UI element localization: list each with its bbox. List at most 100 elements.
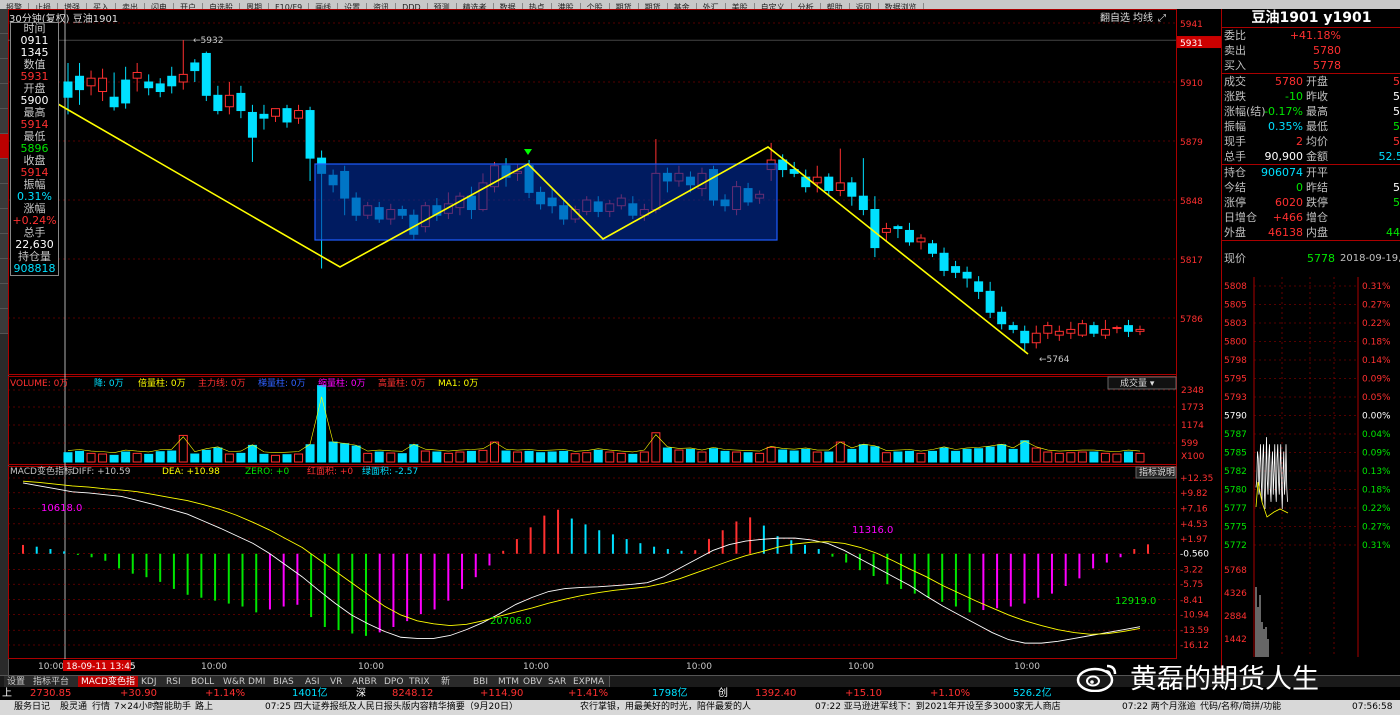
volume-bar [1043, 451, 1053, 463]
macd-dea-line [22, 480, 1141, 635]
ticker-item[interactable]: 农行掌银，用最美好的时光，陪伴最爱的人 [580, 700, 751, 715]
left-tab[interactable] [0, 9, 8, 34]
mini-volume-label: 5768 [1224, 566, 1247, 576]
candle-body [1100, 328, 1110, 336]
quote-right-value: 52.55亿 [1378, 150, 1400, 163]
volume-bar [144, 453, 154, 463]
volume-bar [582, 452, 592, 463]
left-tab[interactable] [0, 209, 8, 234]
left-tab[interactable] [0, 184, 8, 209]
ticker-item[interactable]: 07:22 亚马逊进军线下：到2021年开设至多3000家无人商店 [815, 700, 1061, 715]
volume-legend-item: 高量柱: 0万 [378, 377, 426, 389]
quote-value: 0.35% [1268, 120, 1303, 133]
quote-row: 外盘 46138内盘 44762 [1222, 225, 1400, 240]
current-date: 2018-09-19,三 [1340, 253, 1400, 264]
quote-row: 现手 2均价 5780 [1222, 134, 1400, 149]
quote-label-2: 增仓 [1306, 211, 1328, 224]
kline-chart-area[interactable]: ←5932 ←5764 翻自选 均线 ⤢ 5941 5910 5879 5848 5817 578… [8, 9, 1221, 675]
left-tab[interactable] [0, 84, 8, 109]
left-tab[interactable] [0, 59, 8, 84]
candle-body [86, 77, 96, 87]
candle-body [1020, 330, 1030, 344]
ticker-item[interactable]: 路上 [195, 700, 213, 715]
index-value: 深 [356, 688, 366, 699]
candle-body [1008, 325, 1018, 330]
volume-bar [743, 452, 753, 463]
volume-bar [109, 454, 119, 463]
volume-bar [593, 449, 603, 463]
quote-row: 委比+41.18%35 [1222, 28, 1400, 43]
chart-button: 均线 [1133, 11, 1153, 24]
volume-bar [305, 444, 315, 463]
volume-bar [282, 454, 292, 463]
volume-bar [259, 453, 269, 463]
left-tab[interactable] [0, 259, 8, 284]
candle-body [1089, 325, 1099, 334]
ticker-item[interactable]: 服务日记 [14, 700, 50, 715]
quote-label-2: 昨结 [1306, 181, 1328, 194]
time-axis-label: 10:00 [848, 662, 874, 672]
volume-bar [1100, 452, 1110, 463]
mini-price-label: 5805 [1224, 301, 1247, 311]
candle-body [858, 195, 868, 211]
quote-value: 5778 [1313, 59, 1341, 72]
time-axis-label: 10:00 [1014, 662, 1040, 672]
ticker-item[interactable]: 07:22 两个月涨逾 [1122, 700, 1196, 715]
left-tab[interactable] [0, 159, 8, 184]
left-tab[interactable] [0, 109, 8, 134]
candle-body [236, 92, 246, 112]
left-tab-active[interactable] [0, 134, 8, 159]
ticker-item[interactable]: 行情 [92, 700, 110, 715]
volume-bar [720, 450, 730, 463]
left-tab[interactable] [0, 309, 8, 334]
volume-bar [1089, 451, 1099, 463]
price-axis-label: 5941 [1180, 20, 1203, 30]
volume-bar [328, 441, 338, 463]
quote-value: -0.17% [1264, 105, 1303, 118]
mini-price-label: 5798 [1224, 356, 1247, 366]
volume-bar [916, 452, 926, 463]
down-arrow-marker [524, 149, 532, 155]
left-tab[interactable] [0, 284, 8, 309]
ticker-item[interactable]: 07:25 四大证券报纸及人民日报头版内容精华摘要（9月20日） [265, 700, 518, 715]
volume-axis-label: 1174 [1181, 421, 1204, 431]
left-tab[interactable] [0, 34, 8, 59]
volume-bar [270, 454, 280, 463]
low-label: ←5764 [1039, 355, 1070, 365]
mini-volume-label: 2884 [1224, 612, 1247, 622]
mini-price-label: 5777 [1224, 504, 1247, 514]
candle-body [1054, 330, 1064, 336]
volume-bar [928, 450, 938, 463]
quote-label: 涨跌 [1224, 90, 1246, 103]
macd-diff-line [22, 482, 1141, 644]
position-stats: 持仓906074开平-今结0昨结5790涨停6020跌停5560日增仓+466增… [1222, 165, 1400, 240]
quote-value: 6020 [1275, 196, 1303, 209]
ticker-item[interactable]: 代码/名称/简拼/功能 [1200, 700, 1281, 715]
time-axis-label: 10:00 [38, 662, 64, 672]
quote-right-value: 5770 [1393, 120, 1400, 133]
ticker-item[interactable]: 07:56:58 [1352, 700, 1392, 715]
candle-body [1112, 327, 1122, 330]
macd-axis-label: +4.53 [1180, 520, 1208, 530]
candle-body [282, 108, 292, 123]
candle-body [1135, 328, 1145, 332]
macd-axis-label: -10.94 [1180, 611, 1209, 621]
macd-value-label: 12919.0 [1115, 596, 1156, 607]
candle-body [881, 228, 891, 233]
volume-bar [224, 453, 234, 463]
candle-body [951, 266, 961, 273]
intraday-mini-chart[interactable]: 5808 0.31% 5805 0.27% 5803 0.22% 5800 0.18% 5798… [1222, 277, 1400, 657]
ticker-item[interactable]: 股灵通 [60, 700, 87, 715]
quote-label: 卖出 [1224, 44, 1246, 57]
volume-bar [824, 451, 834, 463]
volume-bar [247, 444, 257, 463]
ticker-item[interactable]: 7×24小时 [114, 700, 157, 715]
volume-bar [1077, 451, 1087, 463]
volume-bar [559, 450, 569, 463]
mini-volume-label: 1442 [1224, 635, 1247, 645]
left-tab[interactable] [0, 234, 8, 259]
ticker-item[interactable]: 智能助手 [155, 700, 191, 715]
candle-body [75, 75, 85, 91]
volume-legend-item: 缩量柱: 0万 [318, 377, 366, 389]
macd-legend-item: 红面积: +0 [307, 465, 353, 477]
